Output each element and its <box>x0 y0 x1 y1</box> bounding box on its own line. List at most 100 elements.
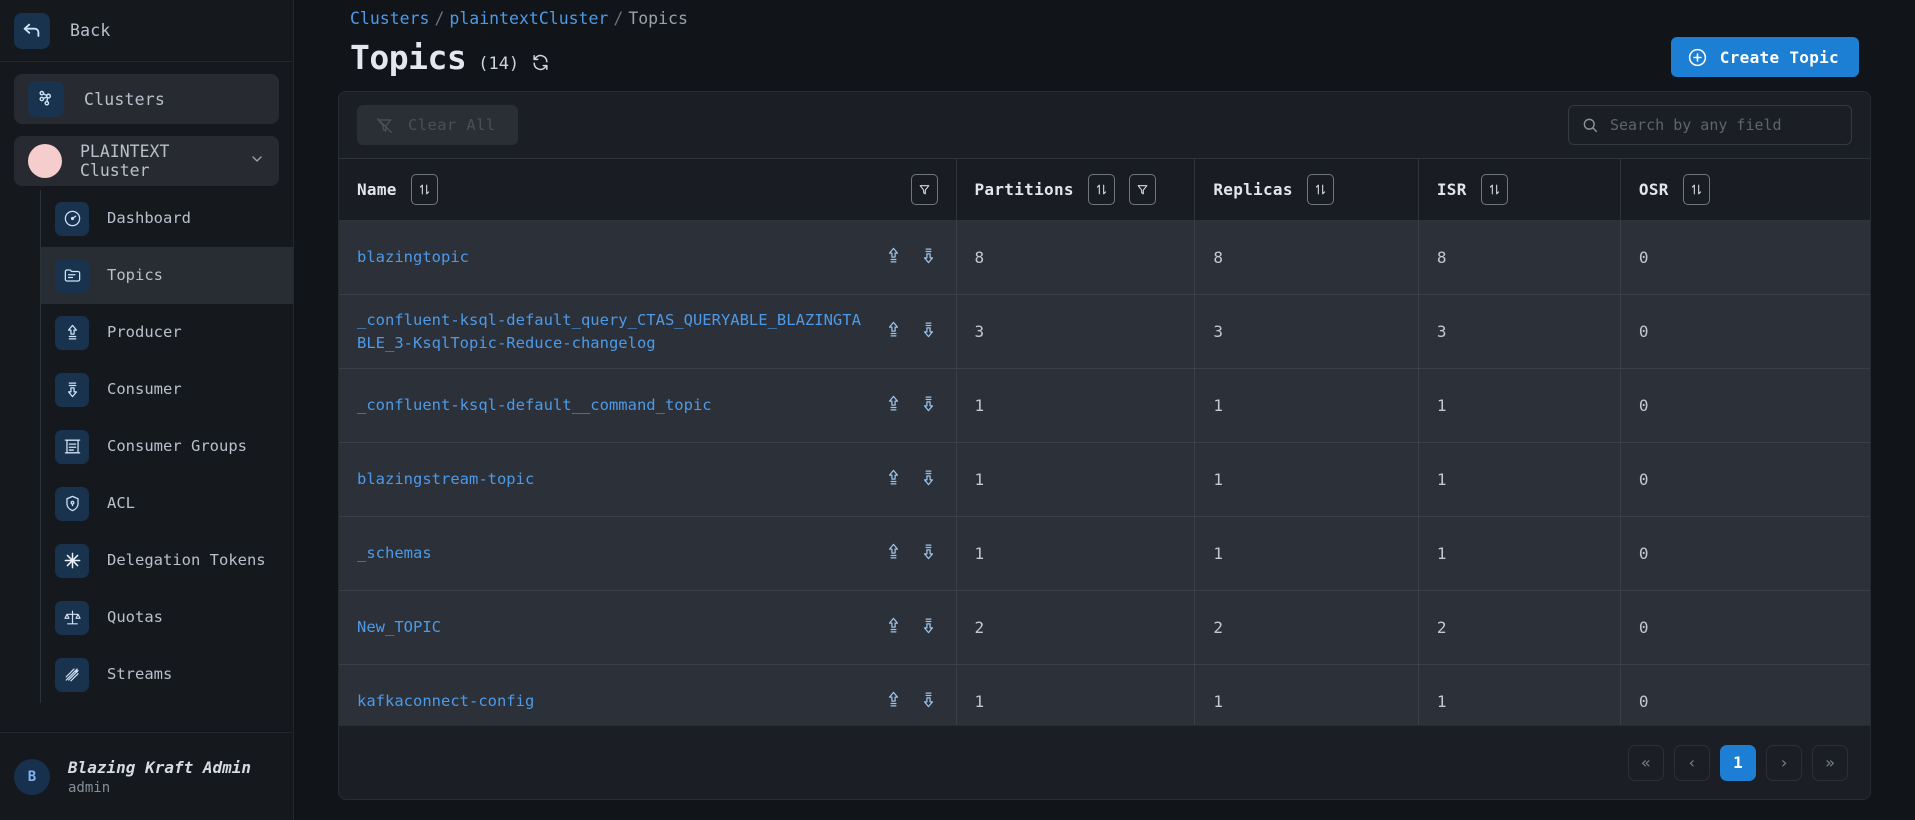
sidebar-label-delegation-tokens: Delegation Tokens <box>107 550 266 569</box>
user-text: Blazing Kraft Admin admin <box>68 758 251 796</box>
produce-icon[interactable] <box>884 468 903 491</box>
sort-updown-icon-isr[interactable] <box>1480 174 1508 205</box>
consume-icon[interactable] <box>919 690 938 713</box>
table-row[interactable]: _confluent-ksql-default__command_topic 1 1… <box>339 368 1870 443</box>
pagination-prev[interactable]: ‹ <box>1674 744 1710 781</box>
sidebar-item-topics[interactable]: Topics <box>41 247 293 304</box>
cell-partitions: 1 <box>956 664 1196 725</box>
user-role: admin <box>68 779 111 796</box>
table-row[interactable]: _confluent-ksql-default_query_CTAS_QUERY… <box>339 294 1870 369</box>
back-button[interactable]: Back <box>0 0 293 62</box>
consume-icon[interactable] <box>919 394 938 417</box>
cell-name: _schemas <box>339 516 957 591</box>
topic-link[interactable]: _confluent-ksql-default__command_topic <box>357 394 712 416</box>
column-label-name: Name <box>357 180 397 199</box>
table-row[interactable]: blazingtopic 8 8 8 0 <box>339 220 1870 295</box>
sidebar-item-clusters[interactable]: Clusters <box>14 74 279 124</box>
column-label-partitions: Partitions <box>974 180 1074 199</box>
search-input[interactable] <box>1610 116 1839 134</box>
breadcrumb-separator-1: / <box>434 9 445 28</box>
row-actions <box>884 320 938 343</box>
cell-name: _confluent-ksql-default__command_topic <box>339 368 957 443</box>
column-label-osr: OSR <box>1638 180 1669 199</box>
consume-icon[interactable] <box>919 246 938 269</box>
produce-icon[interactable] <box>884 542 903 565</box>
clear-all-button[interactable]: Clear All <box>357 105 518 145</box>
cell-osr: 0 <box>1620 368 1870 443</box>
table-row[interactable]: New_TOPIC 2 2 2 0 <box>339 590 1870 665</box>
topic-link[interactable]: _schemas <box>357 542 432 564</box>
produce-icon[interactable] <box>884 690 903 713</box>
produce-icon[interactable] <box>884 394 903 417</box>
cell-name: _confluent-ksql-default_query_CTAS_QUERY… <box>339 294 957 369</box>
breadcrumb-cluster[interactable]: plaintextCluster <box>449 9 608 28</box>
pagination-first[interactable]: « <box>1628 744 1664 781</box>
consume-icon[interactable] <box>919 320 938 343</box>
topic-link[interactable]: kafkaconnect-config <box>357 690 534 712</box>
sort-updown-icon-replicas[interactable] <box>1306 174 1334 205</box>
sidebar-item-consumer[interactable]: Consumer <box>41 361 293 418</box>
table-row[interactable]: blazingstream-topic 1 1 1 0 <box>339 442 1870 517</box>
back-label: Back <box>70 21 111 40</box>
topic-link[interactable]: blazingtopic <box>357 246 469 268</box>
cell-osr: 0 <box>1620 442 1870 517</box>
consume-icon[interactable] <box>919 468 938 491</box>
produce-icon[interactable] <box>884 246 903 269</box>
sidebar-label-streams: Streams <box>107 664 173 683</box>
pagination-last[interactable]: » <box>1812 744 1848 781</box>
sidebar-item-acl[interactable]: ACL <box>41 475 293 532</box>
cell-isr: 2 <box>1418 590 1621 665</box>
pagination-page-1[interactable]: 1 <box>1720 744 1756 781</box>
cell-partitions: 1 <box>956 368 1196 443</box>
cell-isr: 1 <box>1418 368 1621 443</box>
sidebar-item-delegation-tokens[interactable]: Delegation Tokens <box>41 532 293 589</box>
table-body: blazingtopic 8 8 8 0 _confluent-ksql-default_… <box>339 220 1870 725</box>
table-row[interactable]: _schemas 1 1 1 0 <box>339 516 1870 591</box>
pagination-next[interactable]: › <box>1766 744 1802 781</box>
cell-isr: 1 <box>1418 442 1621 517</box>
topic-link[interactable]: _confluent-ksql-default_query_CTAS_QUERY… <box>357 309 868 354</box>
cluster-selector-label: PLAINTEXT Cluster <box>80 142 170 180</box>
cell-replicas: 1 <box>1194 442 1419 517</box>
table-row[interactable]: kafkaconnect-config 1 1 1 0 <box>339 664 1870 725</box>
cell-name: blazingstream-topic <box>339 442 957 517</box>
sidebar-item-consumer-groups[interactable]: Consumer Groups <box>41 418 293 475</box>
produce-icon[interactable] <box>884 616 903 639</box>
search-box[interactable] <box>1568 105 1852 145</box>
table-header-row: Name Partitions Replicas ISR OSR <box>339 158 1870 221</box>
sidebar-item-streams[interactable]: Streams <box>41 646 293 703</box>
sort-updown-icon-name[interactable] <box>410 174 438 205</box>
funnel-icon-name[interactable] <box>910 174 938 205</box>
topic-link[interactable]: New_TOPIC <box>357 616 441 638</box>
sidebar-item-dashboard[interactable]: Dashboard <box>41 190 293 247</box>
topics-table-scroll[interactable]: Name Partitions Replicas ISR OSR blazing… <box>339 158 1870 725</box>
clusters-label: Clusters <box>84 89 166 109</box>
row-actions <box>884 468 938 491</box>
sidebar-item-quotas[interactable]: Quotas <box>41 589 293 646</box>
sidebar-item-producer[interactable]: Producer <box>41 304 293 361</box>
cluster-selector[interactable]: PLAINTEXT Cluster <box>14 136 279 186</box>
user-name: Blazing Kraft Admin <box>68 757 252 777</box>
cell-osr: 0 <box>1620 590 1870 665</box>
sort-updown-icon-partitions[interactable] <box>1087 174 1115 205</box>
cell-partitions: 8 <box>956 220 1196 295</box>
produce-icon[interactable] <box>884 320 903 343</box>
main-content: Clusters / plaintextCluster / Topics Topics … <box>294 0 1915 820</box>
topic-link[interactable]: blazingstream-topic <box>357 468 534 490</box>
sidebar-label-dashboard: Dashboard <box>107 208 191 227</box>
topics-panel: Clear All Search by any field Name Parti… <box>338 91 1871 800</box>
refresh-icon[interactable] <box>531 53 550 76</box>
consume-icon[interactable] <box>919 616 938 639</box>
user-profile[interactable]: B Blazing Kraft Admin admin <box>0 732 293 820</box>
funnel-icon-partitions[interactable] <box>1128 174 1156 205</box>
title-row: Topics (14) Create Topic <box>350 37 1859 77</box>
row-actions <box>884 690 938 713</box>
create-topic-button[interactable]: Create Topic <box>1670 37 1859 77</box>
breadcrumb-clusters[interactable]: Clusters <box>350 9 429 28</box>
shield-lock-icon <box>55 486 89 521</box>
column-label-isr: ISR <box>1436 180 1467 199</box>
sidebar-label-topics: Topics <box>107 265 163 284</box>
download-arrow-icon <box>55 372 89 407</box>
consume-icon[interactable] <box>919 542 938 565</box>
sort-updown-icon-osr[interactable] <box>1682 174 1710 205</box>
